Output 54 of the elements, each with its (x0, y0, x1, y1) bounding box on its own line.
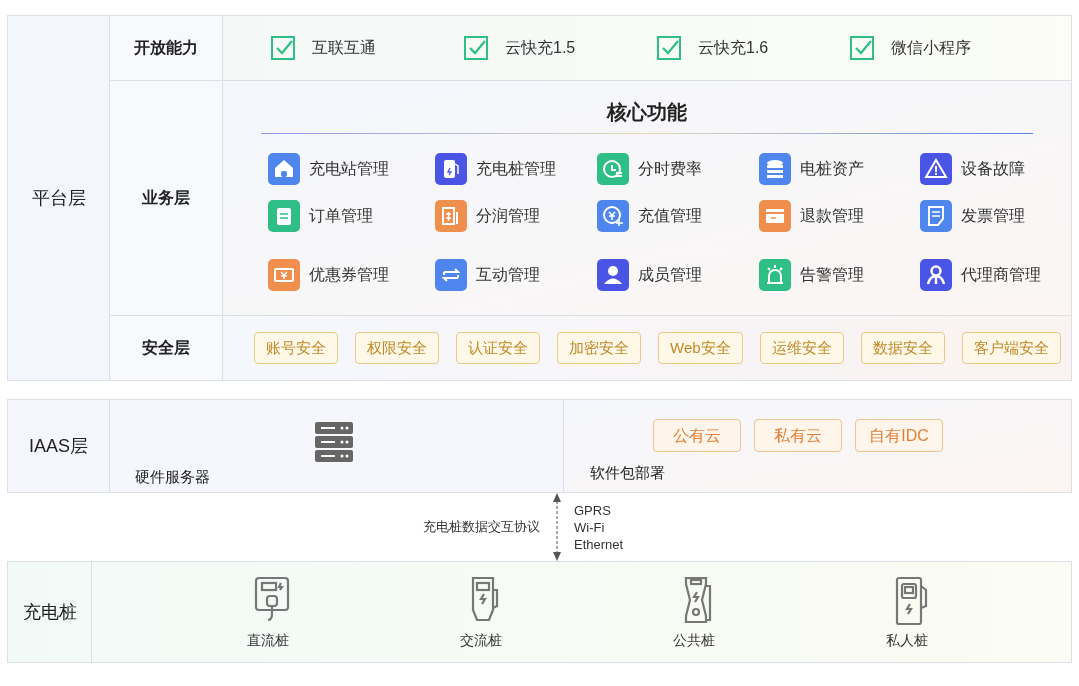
feature-label: 优惠券管理 (309, 264, 389, 285)
row-label: 业务层 (142, 188, 190, 208)
security-tag: 客户端安全 (961, 332, 1061, 364)
hardware-label: 硬件服务器 (135, 467, 211, 487)
feature-label: 分时费率 (638, 159, 702, 179)
charger-label: 直流桩 (247, 631, 289, 650)
layer-label: 充电桩 (22, 600, 77, 624)
deployment-tag: 自有IDC (855, 419, 943, 452)
feature-label: 充值管理 (638, 205, 702, 226)
capability-label: 云快充1.5 (505, 38, 576, 58)
checkbox[interactable] (850, 36, 874, 60)
layer-label: 平台层 (31, 186, 86, 210)
capability-label: 微信小程序 (891, 38, 971, 58)
security-tag: 账号安全 (254, 332, 338, 364)
server-icon (315, 422, 353, 462)
security-tag: 运维安全 (759, 332, 844, 364)
security-tag: 认证安全 (456, 332, 540, 364)
feature-label: 告警管理 (800, 264, 864, 285)
security-tag: Web安全 (658, 332, 743, 364)
feature-label: 充电桩管理 (476, 159, 556, 179)
layer-label: IAAS层 (29, 434, 88, 458)
feature-label: 发票管理 (961, 205, 1025, 226)
feature-label: 分润管理 (476, 205, 540, 226)
checkbox[interactable] (464, 36, 488, 60)
row-label: 安全层 (142, 338, 190, 358)
protocol-name: Wi-Fi (574, 519, 606, 536)
software-label: 软件包部署 (590, 463, 666, 483)
security-tag: 加密安全 (557, 332, 641, 364)
charger-icon (893, 576, 929, 626)
feature-label: 退款管理 (800, 205, 864, 226)
section-title: 核心功能 (607, 100, 687, 125)
deployment-tag: 私有云 (754, 419, 842, 452)
row-label: 开放能力 (134, 38, 198, 58)
capability-label: 互联互通 (312, 38, 376, 58)
protocol-label: 充电桩数据交互协议 (423, 518, 540, 537)
deployment-tag: 公有云 (653, 419, 741, 452)
feature-label: 设备故障 (961, 159, 1025, 179)
double-arrow (552, 493, 562, 561)
charger-label: 交流桩 (460, 631, 502, 650)
capability-label: 云快充1.6 (698, 38, 769, 58)
protocol-name: Ethernet (574, 536, 624, 553)
feature-label: 订单管理 (309, 205, 373, 226)
checkbox[interactable] (271, 36, 295, 60)
charger-label: 私人桩 (886, 631, 928, 650)
security-tag: 数据安全 (860, 332, 945, 364)
protocol-name: GPRS (574, 502, 612, 519)
feature-label: 充电站管理 (309, 159, 389, 179)
charger-label: 公共桩 (673, 631, 715, 650)
security-tag: 权限安全 (355, 332, 439, 364)
feature-label: 电桩资产 (800, 159, 864, 179)
checkbox[interactable] (657, 36, 681, 60)
feature-label: 互动管理 (476, 264, 540, 285)
feature-label: 代理商管理 (961, 264, 1041, 285)
feature-label: 成员管理 (638, 264, 702, 285)
